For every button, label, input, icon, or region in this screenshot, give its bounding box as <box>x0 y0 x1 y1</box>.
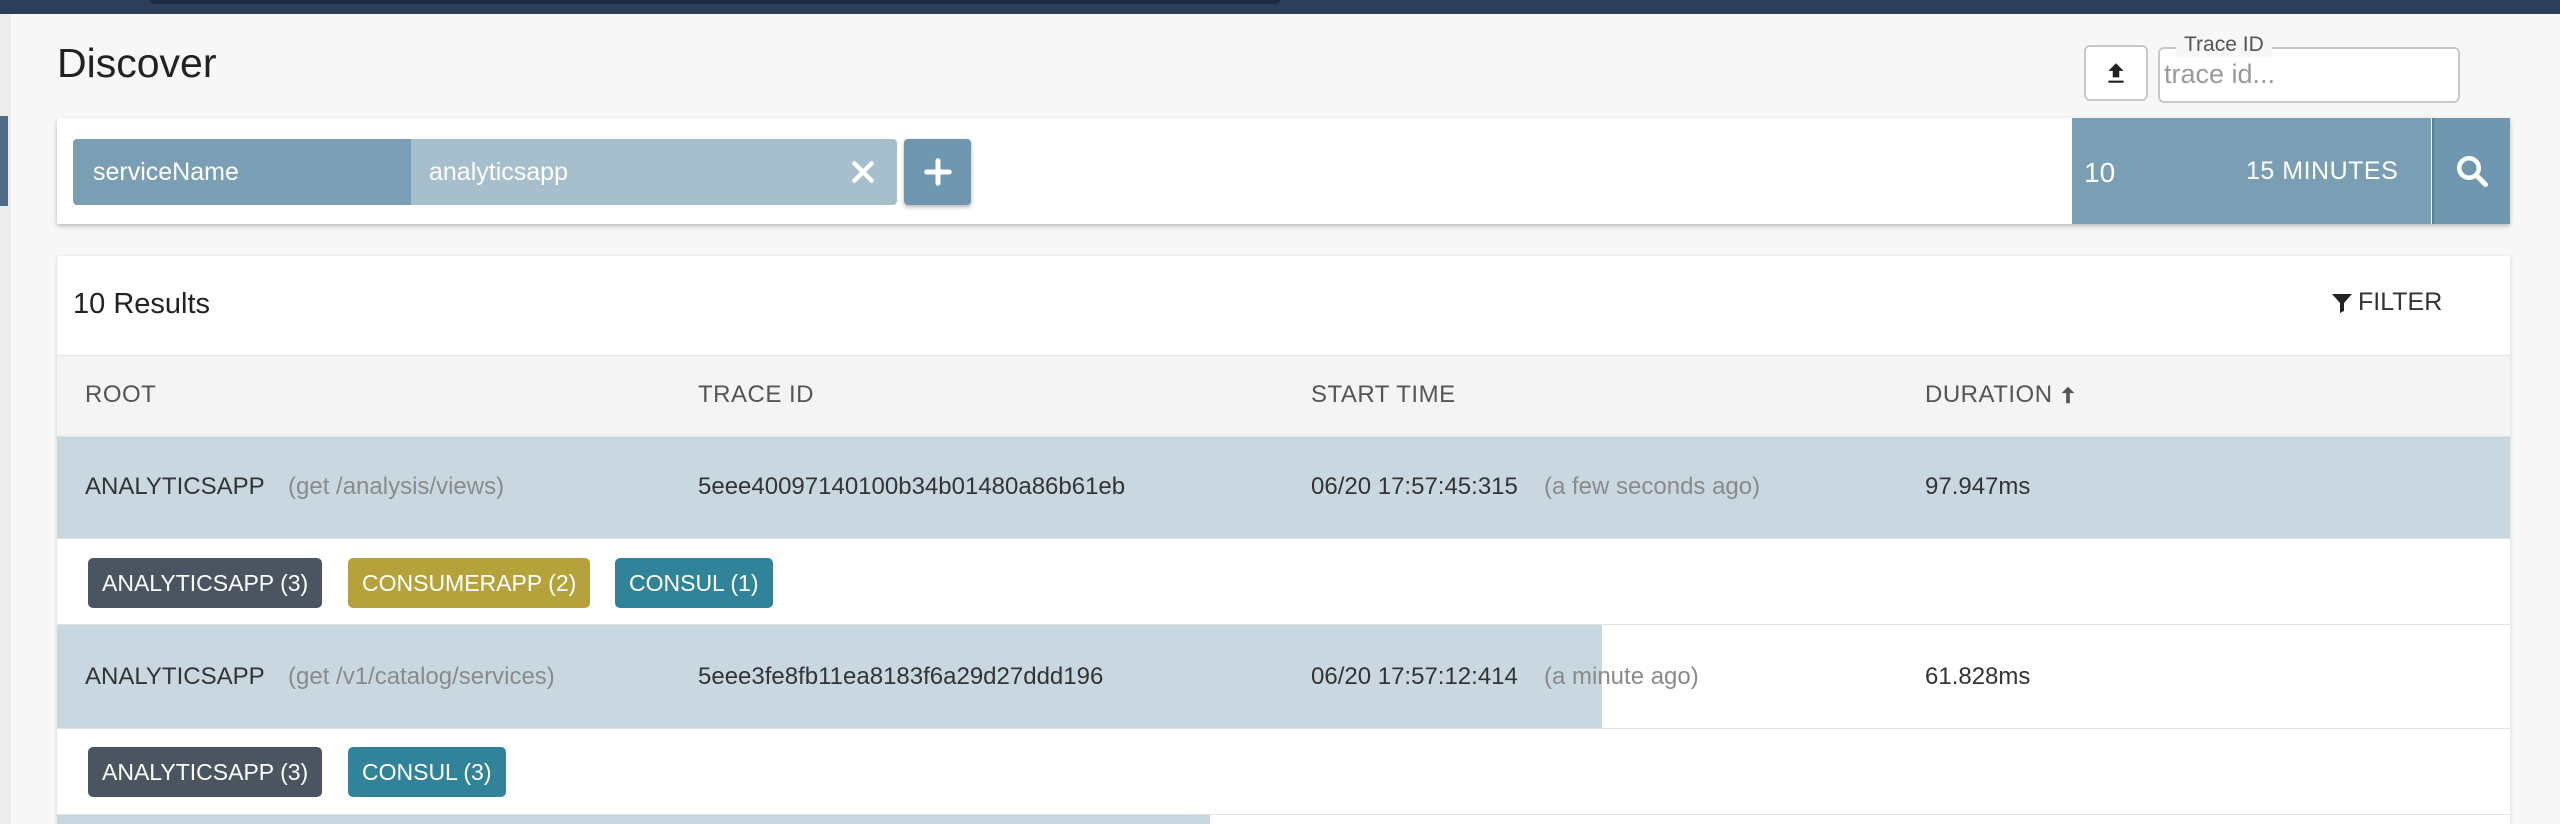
search-icon <box>2457 156 2489 188</box>
trace-id-input[interactable] <box>2164 56 2454 92</box>
add-criteria-button[interactable] <box>904 139 971 205</box>
row-relative-time: (a few seconds ago) <box>1544 473 1761 500</box>
close-icon <box>852 161 874 183</box>
criteria-chip-value[interactable]: analyticsapp <box>411 139 897 205</box>
filter-button[interactable]: FILTER <box>2330 288 2442 317</box>
row-root-service: ANALYTICSAPP <box>85 663 265 690</box>
limit-input[interactable]: 10 <box>2084 157 2115 189</box>
plus-icon <box>923 158 952 186</box>
row-root-service: ANALYTICSAPP <box>85 473 265 500</box>
service-tag[interactable]: CONSUL (1) <box>615 558 773 608</box>
upload-icon <box>2108 63 2124 83</box>
service-tag[interactable]: CONSUMERAPP (2) <box>348 558 591 608</box>
sidebar-active-indicator <box>0 116 8 206</box>
page-title: Discover <box>57 40 217 86</box>
row-root-operation: (get /analysis/views) <box>288 473 505 500</box>
top-nav-bar <box>0 0 2560 14</box>
row-root-operation: (get /v1/catalog/services) <box>288 663 555 690</box>
sort-ascending-icon <box>2061 386 2074 404</box>
row-trace-id[interactable]: 5eee40097140100b34b01480a86b61eb <box>698 473 1125 501</box>
criteria-chip-key[interactable]: serviceName <box>73 139 411 205</box>
duration-bar <box>57 815 1210 824</box>
results-table-header <box>57 355 2510 437</box>
service-tag[interactable]: ANALYTICSAPP (3) <box>88 558 323 608</box>
upload-json-button[interactable] <box>2084 45 2148 101</box>
results-count: 10 Results <box>73 288 211 320</box>
top-nav-search[interactable] <box>150 0 1280 4</box>
row-start-time: 06/20 17:57:45:315 <box>1311 473 1518 500</box>
search-button[interactable] <box>2432 118 2510 224</box>
lookback-select[interactable]: 15 MINUTES <box>2246 157 2398 186</box>
column-duration-label: DURATION <box>1925 381 2053 408</box>
column-trace-id[interactable]: TRACE ID <box>698 381 814 409</box>
row-start-time: 06/20 17:57:12:414 <box>1311 663 1518 690</box>
row-trace-id[interactable]: 5eee3fe8fb11ea8183f6a29d27ddd196 <box>698 663 1103 691</box>
filter-icon <box>2332 293 2352 313</box>
service-tag[interactable]: CONSUL (3) <box>348 747 506 797</box>
trace-id-legend: Trace ID <box>2176 33 2272 57</box>
row-relative-time: (a minute ago) <box>1544 663 1699 690</box>
filter-label: FILTER <box>2358 288 2443 316</box>
row-duration: 61.828ms <box>1925 663 2031 690</box>
row-duration: 97.947ms <box>1925 473 2031 500</box>
column-duration[interactable]: DURATION <box>1925 381 2079 409</box>
clear-criteria-button[interactable] <box>846 155 880 189</box>
column-root[interactable]: ROOT <box>85 381 156 409</box>
service-tag[interactable]: ANALYTICSAPP (3) <box>88 747 323 797</box>
column-start-time[interactable]: START TIME <box>1311 381 1456 409</box>
